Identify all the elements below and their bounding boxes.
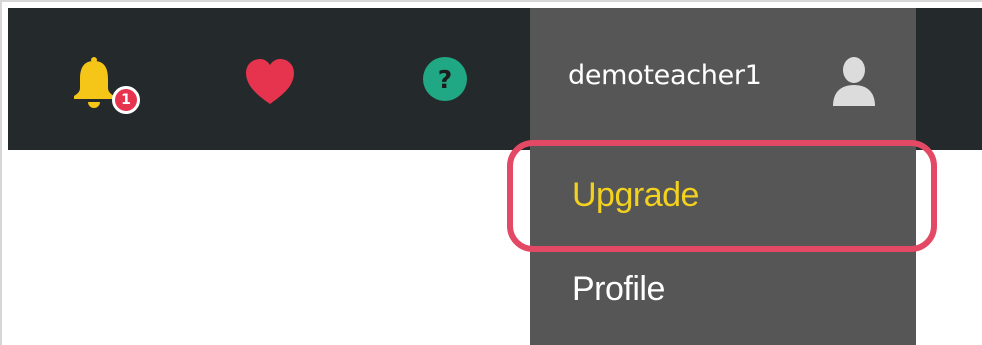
- profile-label: Profile: [572, 270, 665, 308]
- notifications-button[interactable]: 1: [68, 54, 140, 114]
- upgrade-menu-item[interactable]: Upgrade: [530, 154, 916, 238]
- help-button[interactable]: ?: [418, 54, 478, 114]
- upgrade-label: Upgrade: [572, 176, 699, 214]
- user-dropdown-menu: Upgrade Profile: [530, 150, 916, 345]
- user-menu-toggle[interactable]: demoteacher1: [530, 8, 916, 150]
- user-avatar-icon: [833, 57, 875, 106]
- favorites-button[interactable]: [240, 54, 300, 114]
- help-glyph: ?: [438, 65, 453, 94]
- notification-count-badge: 1: [112, 86, 140, 114]
- help-circle-icon: ?: [423, 57, 467, 101]
- username-label: demoteacher1: [568, 60, 762, 91]
- heart-icon: [246, 59, 294, 104]
- profile-menu-item[interactable]: Profile: [530, 242, 916, 326]
